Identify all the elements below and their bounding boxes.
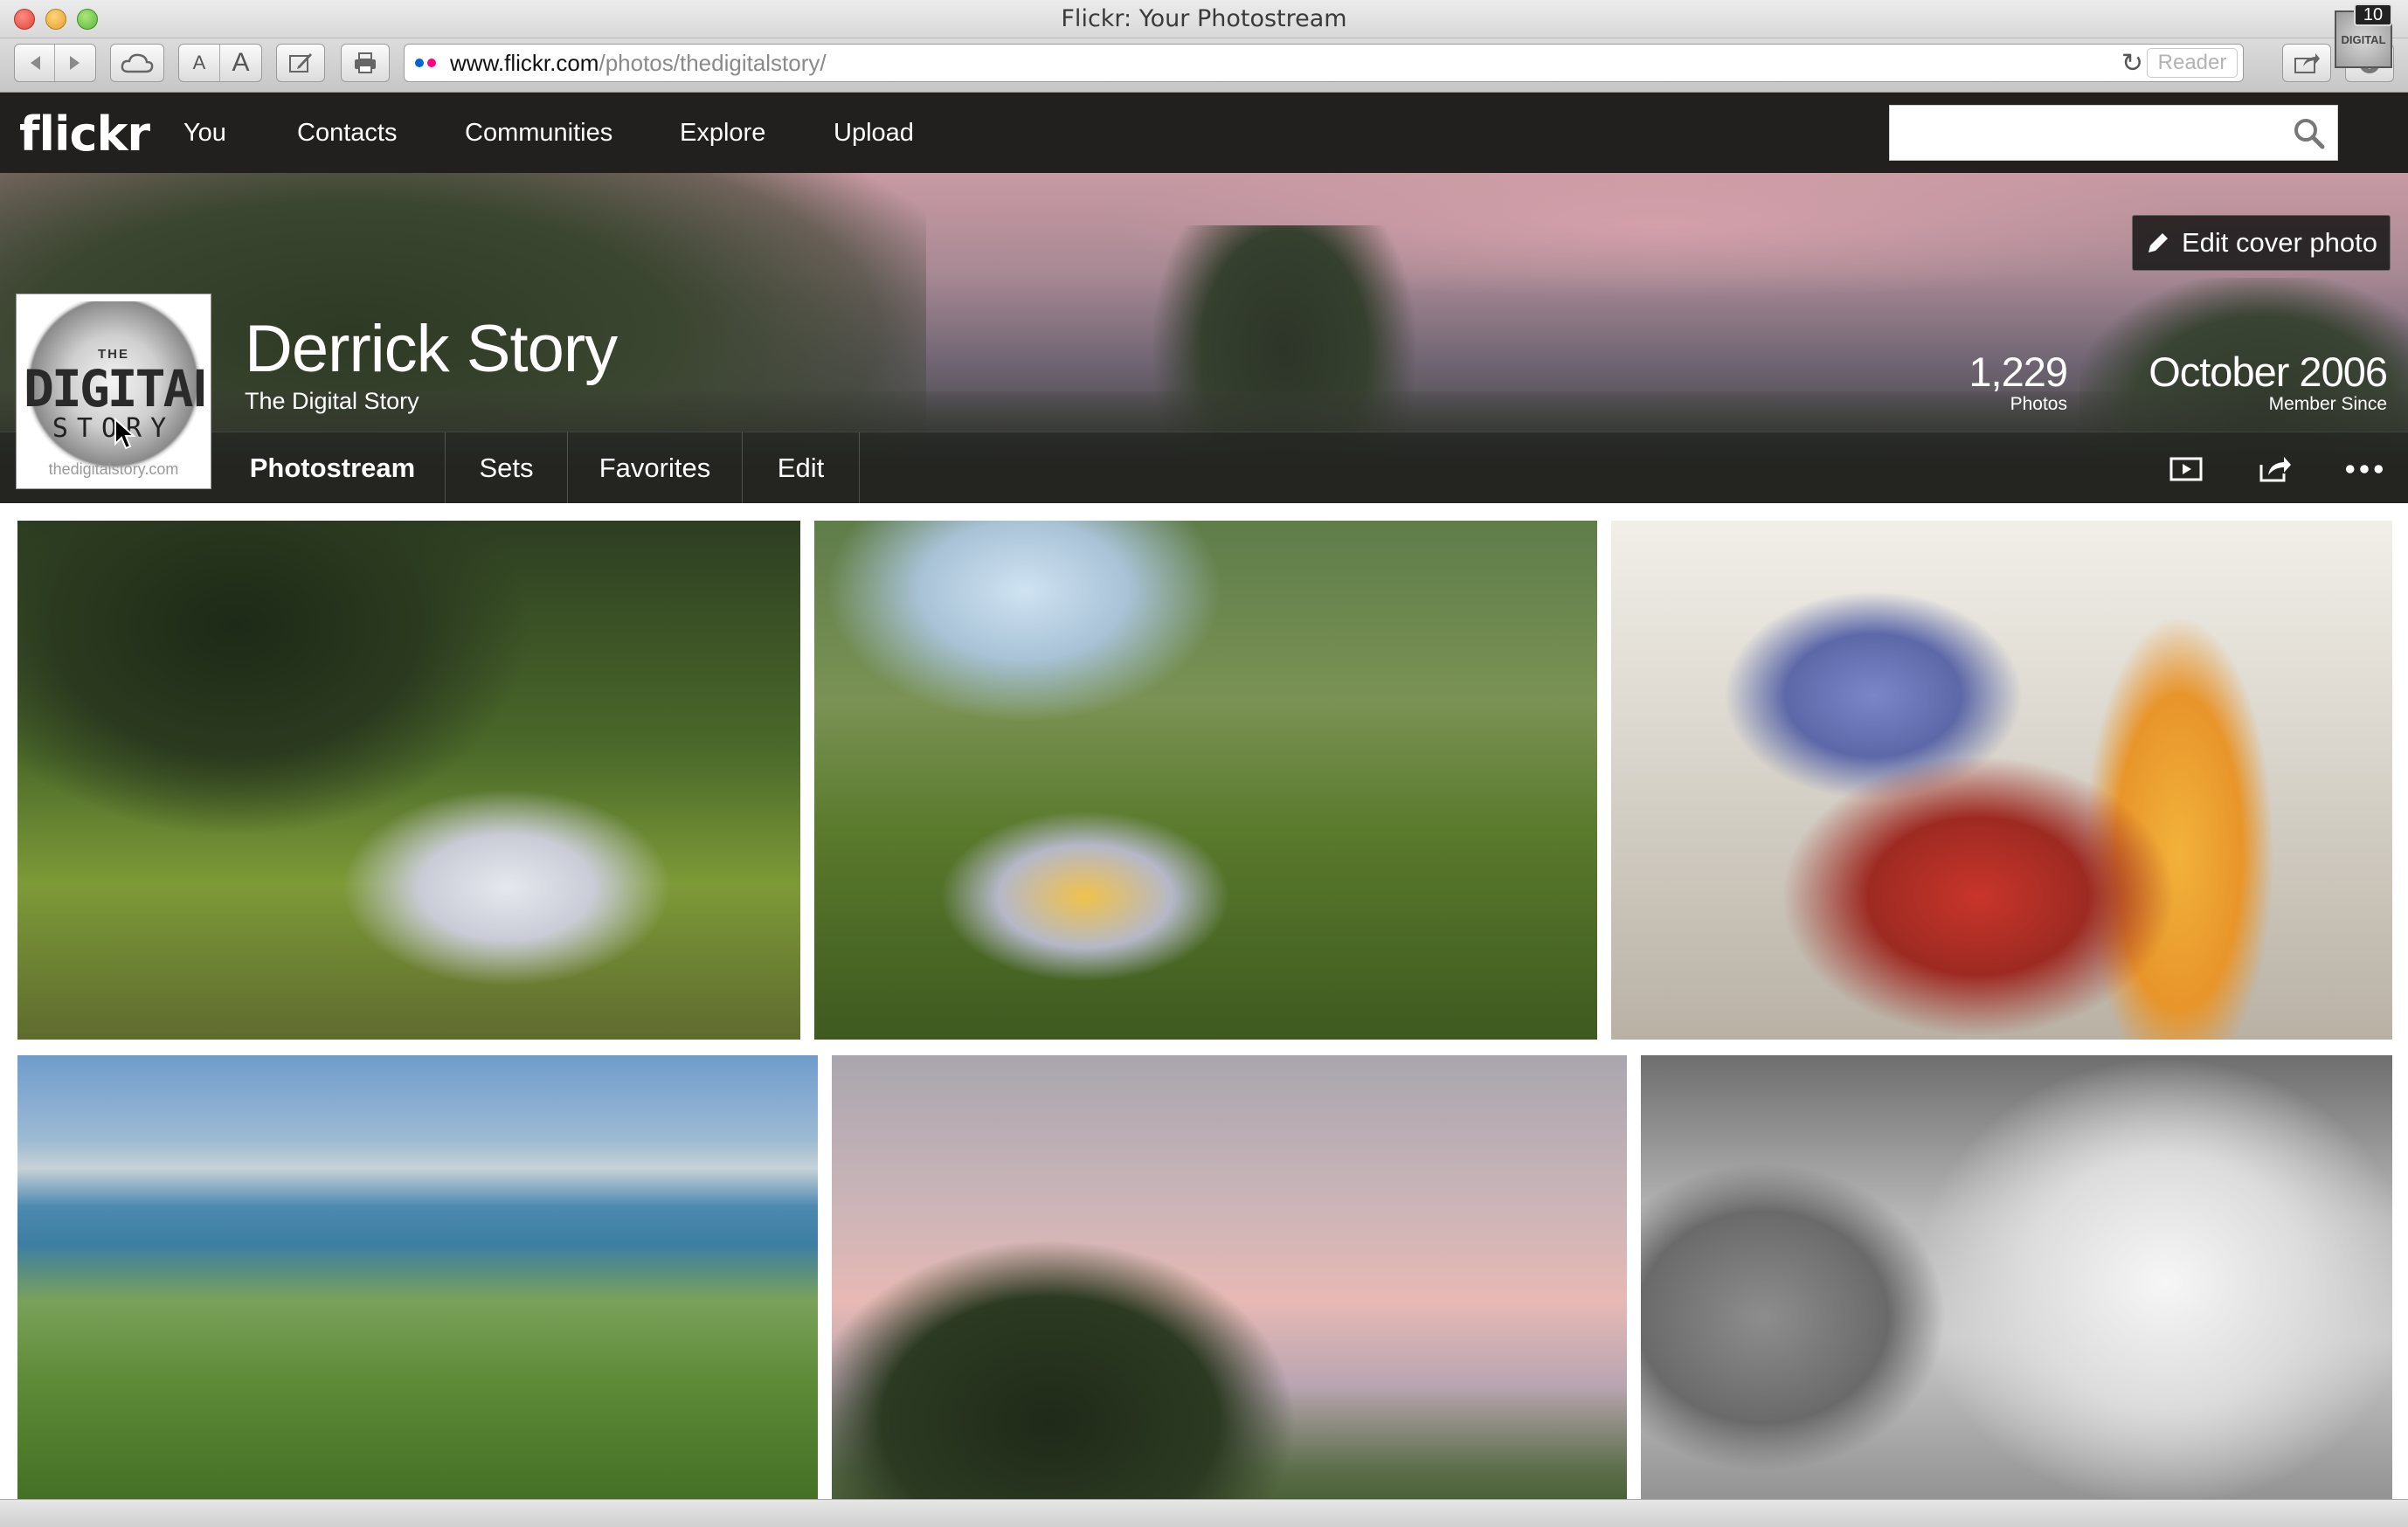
photo-tent-under-trees[interactable] <box>814 521 1597 1040</box>
increase-font-button[interactable]: A <box>220 45 261 81</box>
photo-tent-grassy-hillside[interactable] <box>17 521 800 1040</box>
nav-contacts[interactable]: Contacts <box>297 119 397 148</box>
forward-arrow-icon <box>70 56 80 70</box>
pencil-icon <box>289 53 312 73</box>
share-icon <box>2294 53 2320 73</box>
url-host: www.flickr.com <box>450 49 599 76</box>
tab-favorites[interactable]: Favorites <box>568 432 743 503</box>
nav-communities[interactable]: Communities <box>465 119 612 148</box>
window-title: Flickr: Your Photostream <box>1061 5 1347 32</box>
photo-pink-sunset-trees[interactable] <box>832 1055 1627 1527</box>
back-forward-group <box>14 44 96 82</box>
tab-edit[interactable]: Edit <box>743 432 860 503</box>
photo-infrared-building-trees[interactable] <box>1641 1055 2392 1527</box>
forward-button[interactable] <box>55 45 95 81</box>
tab-photostream[interactable]: Photostream <box>220 432 446 503</box>
photos-count: 1,229 <box>1969 349 2068 395</box>
member-since-date: October 2006 <box>2149 349 2388 395</box>
edit-cover-label: Edit cover photo <box>2181 227 2378 258</box>
printer-icon <box>355 52 376 73</box>
flickr-navbar: flickr You Contacts Communities Explore … <box>0 93 2408 173</box>
back-arrow-icon <box>30 56 40 70</box>
photos-label: Photos <box>2010 394 2067 414</box>
mouse-cursor-icon <box>114 417 136 459</box>
photo-coastal-hills-bay[interactable] <box>17 1055 818 1527</box>
font-size-group: A A <box>178 44 262 82</box>
nav-you[interactable]: You <box>183 119 226 148</box>
address-bar[interactable]: www.flickr.com/photos/thedigitalstory/ ↻… <box>404 44 2244 82</box>
share-button[interactable] <box>2282 44 2331 82</box>
search-input[interactable] <box>1889 105 2338 161</box>
annotate-button[interactable] <box>276 44 325 82</box>
slideshow-icon[interactable] <box>2167 450 2205 488</box>
print-button[interactable] <box>341 44 390 82</box>
pencil-icon <box>2148 233 2168 252</box>
tab-sets[interactable]: Sets <box>446 432 568 503</box>
profile-name: Derrick Story <box>245 312 618 386</box>
decrease-font-button[interactable]: A <box>179 45 221 81</box>
photos-stat: 1,229 Photos <box>1905 348 2068 415</box>
flickr-logo[interactable]: flickr <box>19 107 150 162</box>
icloud-tabs-button[interactable] <box>110 44 164 82</box>
member-since-stat: October 2006 Member Since <box>2079 348 2388 415</box>
notification-badge[interactable]: 10 <box>2354 3 2392 26</box>
back-button[interactable] <box>15 45 55 81</box>
photo-inside-tent-sleeping-bag[interactable] <box>1611 521 2392 1040</box>
profile-subtitle: The Digital Story <box>245 388 419 414</box>
reload-icon[interactable]: ↻ <box>2121 48 2143 79</box>
share-icon[interactable] <box>2256 450 2294 488</box>
window-bottom-bar <box>0 1499 2408 1527</box>
flickr-favicon-icon <box>415 59 438 67</box>
url-path: /photos/thedigitalstory/ <box>599 49 827 76</box>
search-icon[interactable] <box>2292 116 2327 151</box>
edit-cover-photo-button[interactable]: Edit cover photo <box>2132 215 2391 271</box>
profile-avatar[interactable]: THE DIGITAL STORY thedigitalstory.com <box>16 294 211 489</box>
window-titlebar: Flickr: Your Photostream ⤢ <box>0 0 2408 38</box>
nav-upload[interactable]: Upload <box>834 119 914 148</box>
profile-subnav: Photostream Sets Favorites Edit <box>0 432 2408 503</box>
cloud-icon <box>121 53 154 73</box>
browser-toolbar: A A www.flickr.com/photos/thedigitalstor… <box>0 38 2408 93</box>
member-since-label: Member Since <box>2268 394 2387 414</box>
more-options-icon[interactable] <box>2345 450 2384 488</box>
nav-explore[interactable]: Explore <box>680 119 765 148</box>
reader-button[interactable]: Reader <box>2147 48 2238 78</box>
